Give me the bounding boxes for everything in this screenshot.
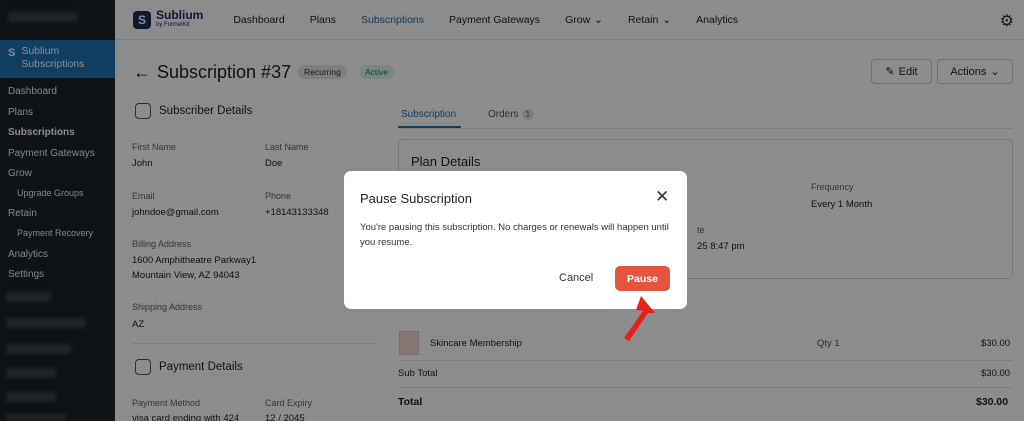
annotation-arrow-icon xyxy=(624,296,655,341)
